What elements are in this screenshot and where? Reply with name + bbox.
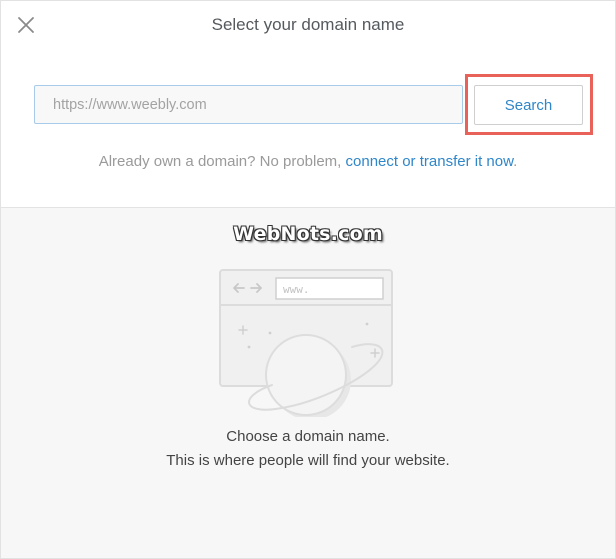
modal-title: Select your domain name (211, 15, 405, 34)
search-button[interactable]: Search (474, 85, 583, 125)
browser-planet-illustration: www. (219, 269, 393, 417)
watermark-logo: WebNots.com (233, 223, 383, 245)
own-domain-suffix: . (513, 153, 518, 170)
domain-search-input[interactable] (34, 85, 463, 124)
connect-transfer-link[interactable]: connect or transfer it now (346, 153, 514, 170)
domain-modal: Select your domain name Search Already o… (0, 0, 616, 559)
own-domain-line: Already own a domain? No problem, connec… (1, 153, 615, 170)
own-domain-text: Already own a domain? No problem, (98, 153, 346, 170)
domain-search-panel: Select your domain name Search Already o… (1, 1, 615, 208)
caption-line-1: Choose a domain name. (226, 428, 390, 445)
illustration-url-text: www. (283, 283, 310, 296)
caption-line-2: This is where people will find your webs… (166, 452, 450, 469)
